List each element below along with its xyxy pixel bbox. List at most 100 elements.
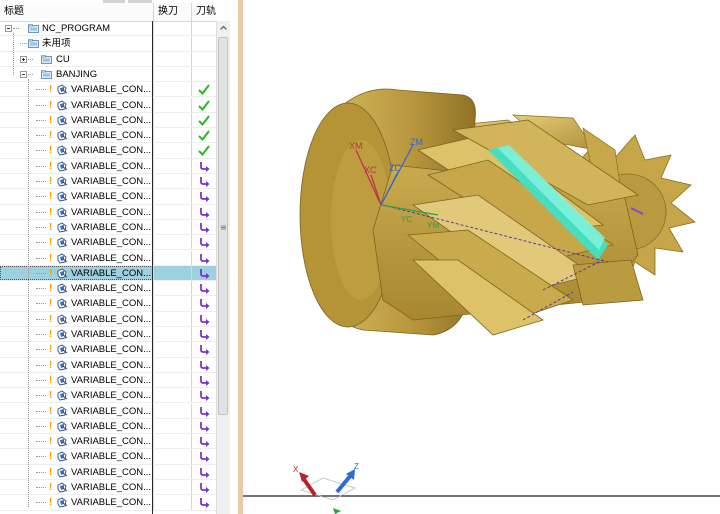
tool-change-cell	[153, 112, 191, 128]
tree-row-operation[interactable]: ! VARIABLE_CON...	[0, 388, 216, 404]
tree-row-operation[interactable]: ! VARIABLE_CON...	[0, 128, 216, 144]
tool-change-cell	[153, 311, 191, 326]
name-cell[interactable]: BANJING	[0, 67, 153, 81]
toolpath-status-cell	[191, 388, 216, 403]
collapse-icon[interactable]	[20, 70, 27, 78]
tree-row-operation[interactable]: ! VARIABLE_CON...	[0, 82, 216, 98]
name-cell[interactable]: ! VARIABLE_CON...	[0, 342, 153, 356]
tree-row-operation[interactable]: ! VARIABLE_CON...	[0, 250, 216, 266]
operation-icon	[57, 298, 68, 309]
column-header-toolpath[interactable]: 刀轨	[191, 3, 216, 21]
tree-row-operation[interactable]: ! VARIABLE_CON...	[0, 449, 216, 465]
tree-row-operation[interactable]: ! VARIABLE_CON...	[0, 296, 216, 312]
name-cell[interactable]: ! VARIABLE_CON...	[0, 404, 153, 418]
tree-row-operation[interactable]: ! VARIABLE_CON...	[0, 464, 216, 480]
operation-icon	[57, 84, 68, 95]
name-cell[interactable]: ! VARIABLE_CON...	[0, 98, 153, 112]
tool-change-cell	[153, 434, 191, 449]
tree-row-operation[interactable]: ! VARIABLE_CON...	[0, 434, 216, 450]
tree-row-operation[interactable]: ! VARIABLE_CON...	[0, 219, 216, 236]
name-cell[interactable]: ! VARIABLE_CON...	[0, 113, 153, 127]
name-cell[interactable]: ! VARIABLE_CON...	[0, 312, 153, 326]
scrollbar-thumb[interactable]	[218, 37, 228, 415]
name-cell[interactable]: ! VARIABLE_CON...	[0, 82, 153, 96]
name-cell[interactable]: ! VARIABLE_CON...	[0, 480, 153, 494]
name-cell[interactable]: ! VARIABLE_CON...	[0, 159, 153, 173]
name-cell[interactable]: CU	[0, 52, 153, 66]
tree-label-operation: VARIABLE_CON...	[71, 114, 152, 126]
toolpath-status-cell	[191, 21, 216, 36]
toolpath-status-cell	[191, 235, 216, 250]
tree-label-group-banjing: BANJING	[56, 68, 98, 80]
name-cell[interactable]: ! VARIABLE_CON...	[0, 449, 153, 463]
regenerate-arrow-icon	[200, 452, 210, 463]
tree-row-operation[interactable]: ! VARIABLE_CON...	[0, 418, 216, 435]
name-cell[interactable]: 未用项	[0, 36, 153, 50]
name-cell[interactable]: ! VARIABLE_CON...	[0, 251, 153, 265]
toolpath-status-cell	[191, 143, 216, 158]
tree-row-operation[interactable]: ! VARIABLE_CON...	[0, 480, 216, 496]
name-cell[interactable]: ! VARIABLE_CON...	[0, 189, 153, 203]
tree-row-operation[interactable]: ! VARIABLE_CON...	[0, 403, 216, 419]
name-cell[interactable]: ! VARIABLE_CON...	[0, 205, 153, 219]
name-cell[interactable]: ! VARIABLE_CON...	[0, 128, 153, 142]
name-cell[interactable]: ! VARIABLE_CON...	[0, 388, 153, 402]
regenerate-arrow-icon	[200, 314, 210, 325]
warning-icon: !	[49, 344, 53, 356]
name-cell[interactable]: ! VARIABLE_CON...	[0, 373, 153, 387]
tree-row-operation[interactable]: ! VARIABLE_CON...	[0, 174, 216, 190]
tree-row-operation[interactable]: ! VARIABLE_CON...	[0, 327, 216, 343]
mcs-yc-label: YC	[401, 215, 412, 224]
warning-icon: !	[49, 405, 53, 417]
collapse-icon[interactable]	[5, 25, 12, 32]
tree-row-operation[interactable]: ! VARIABLE_CON...	[0, 143, 216, 159]
name-cell[interactable]: ! VARIABLE_CON...	[0, 143, 153, 157]
tree-row-operation[interactable]: ! VARIABLE_CON...	[0, 189, 216, 205]
name-cell[interactable]: ! VARIABLE_CON...	[0, 434, 153, 448]
name-cell[interactable]: ! VARIABLE_CON...	[0, 220, 153, 234]
name-cell[interactable]: ! VARIABLE_CON...	[0, 465, 153, 479]
tree-row-operation[interactable]: ! VARIABLE_CON...	[0, 372, 216, 389]
name-cell[interactable]: ! VARIABLE_CON...	[0, 495, 153, 509]
tree-row-operation[interactable]: ! VARIABLE_CON...	[0, 342, 216, 358]
name-cell[interactable]: ! VARIABLE_CON...	[0, 358, 153, 372]
tree-row-group-banjing[interactable]: BANJING	[0, 66, 216, 83]
name-cell[interactable]: NC_PROGRAM	[0, 21, 153, 35]
tree-connector	[36, 334, 46, 335]
tree-connector	[36, 395, 46, 397]
tool-change-cell	[153, 174, 191, 189]
warning-icon: !	[49, 267, 53, 279]
tree-label-operation: VARIABLE_CON...	[71, 99, 152, 111]
tree-row-operation[interactable]: ! VARIABLE_CON...	[0, 97, 216, 113]
name-cell[interactable]: ! VARIABLE_CON...	[0, 265, 153, 281]
name-cell[interactable]: ! VARIABLE_CON...	[0, 174, 153, 188]
tree-row-unused[interactable]: 未用项	[0, 36, 216, 52]
name-cell[interactable]: ! VARIABLE_CON...	[0, 235, 153, 249]
column-header-tool-change[interactable]: 换刀	[153, 3, 191, 21]
tree-row-operation[interactable]: ! VARIABLE_CON...	[0, 281, 216, 297]
scroll-up-arrow-icon[interactable]	[217, 21, 230, 35]
tree-row-operation[interactable]: ! VARIABLE_CON...	[0, 235, 216, 251]
regenerate-arrow-icon	[200, 345, 210, 356]
expand-icon[interactable]	[20, 55, 27, 63]
name-cell[interactable]: ! VARIABLE_CON...	[0, 419, 153, 433]
tree-row-nc-program[interactable]: NC_PROGRAM	[0, 21, 216, 37]
name-cell[interactable]: ! VARIABLE_CON...	[0, 327, 153, 341]
column-header-name[interactable]: 标题	[0, 3, 153, 21]
graphics-viewport[interactable]: XM XC ZC ZM YC YM X Z	[243, 0, 720, 514]
navigator-scrollbar[interactable]	[216, 21, 230, 514]
name-cell[interactable]: ! VARIABLE_CON...	[0, 281, 153, 295]
tree-row-operation[interactable]: ! VARIABLE_CON...	[0, 204, 216, 220]
regenerate-arrow-icon	[200, 268, 210, 279]
tree-row-group-cu[interactable]: CU	[0, 51, 216, 67]
tree-row-operation[interactable]: ! VARIABLE_CON...	[0, 311, 216, 327]
tree-row-operation[interactable]: ! VARIABLE_CON...	[0, 265, 216, 282]
part-model[interactable]: XM XC ZC ZM YC YM X Z	[243, 0, 720, 514]
name-cell[interactable]: ! VARIABLE_CON...	[0, 296, 153, 310]
tree-row-operation[interactable]: ! VARIABLE_CON...	[0, 495, 216, 511]
tree-row-operation[interactable]: ! VARIABLE_CON...	[0, 112, 216, 129]
tree-row-operation[interactable]: ! VARIABLE_CON...	[0, 357, 216, 373]
mcs-zm-label: ZM	[410, 137, 423, 147]
tree-row-operation[interactable]: ! VARIABLE_CON...	[0, 158, 216, 174]
operation-icon	[57, 482, 68, 493]
